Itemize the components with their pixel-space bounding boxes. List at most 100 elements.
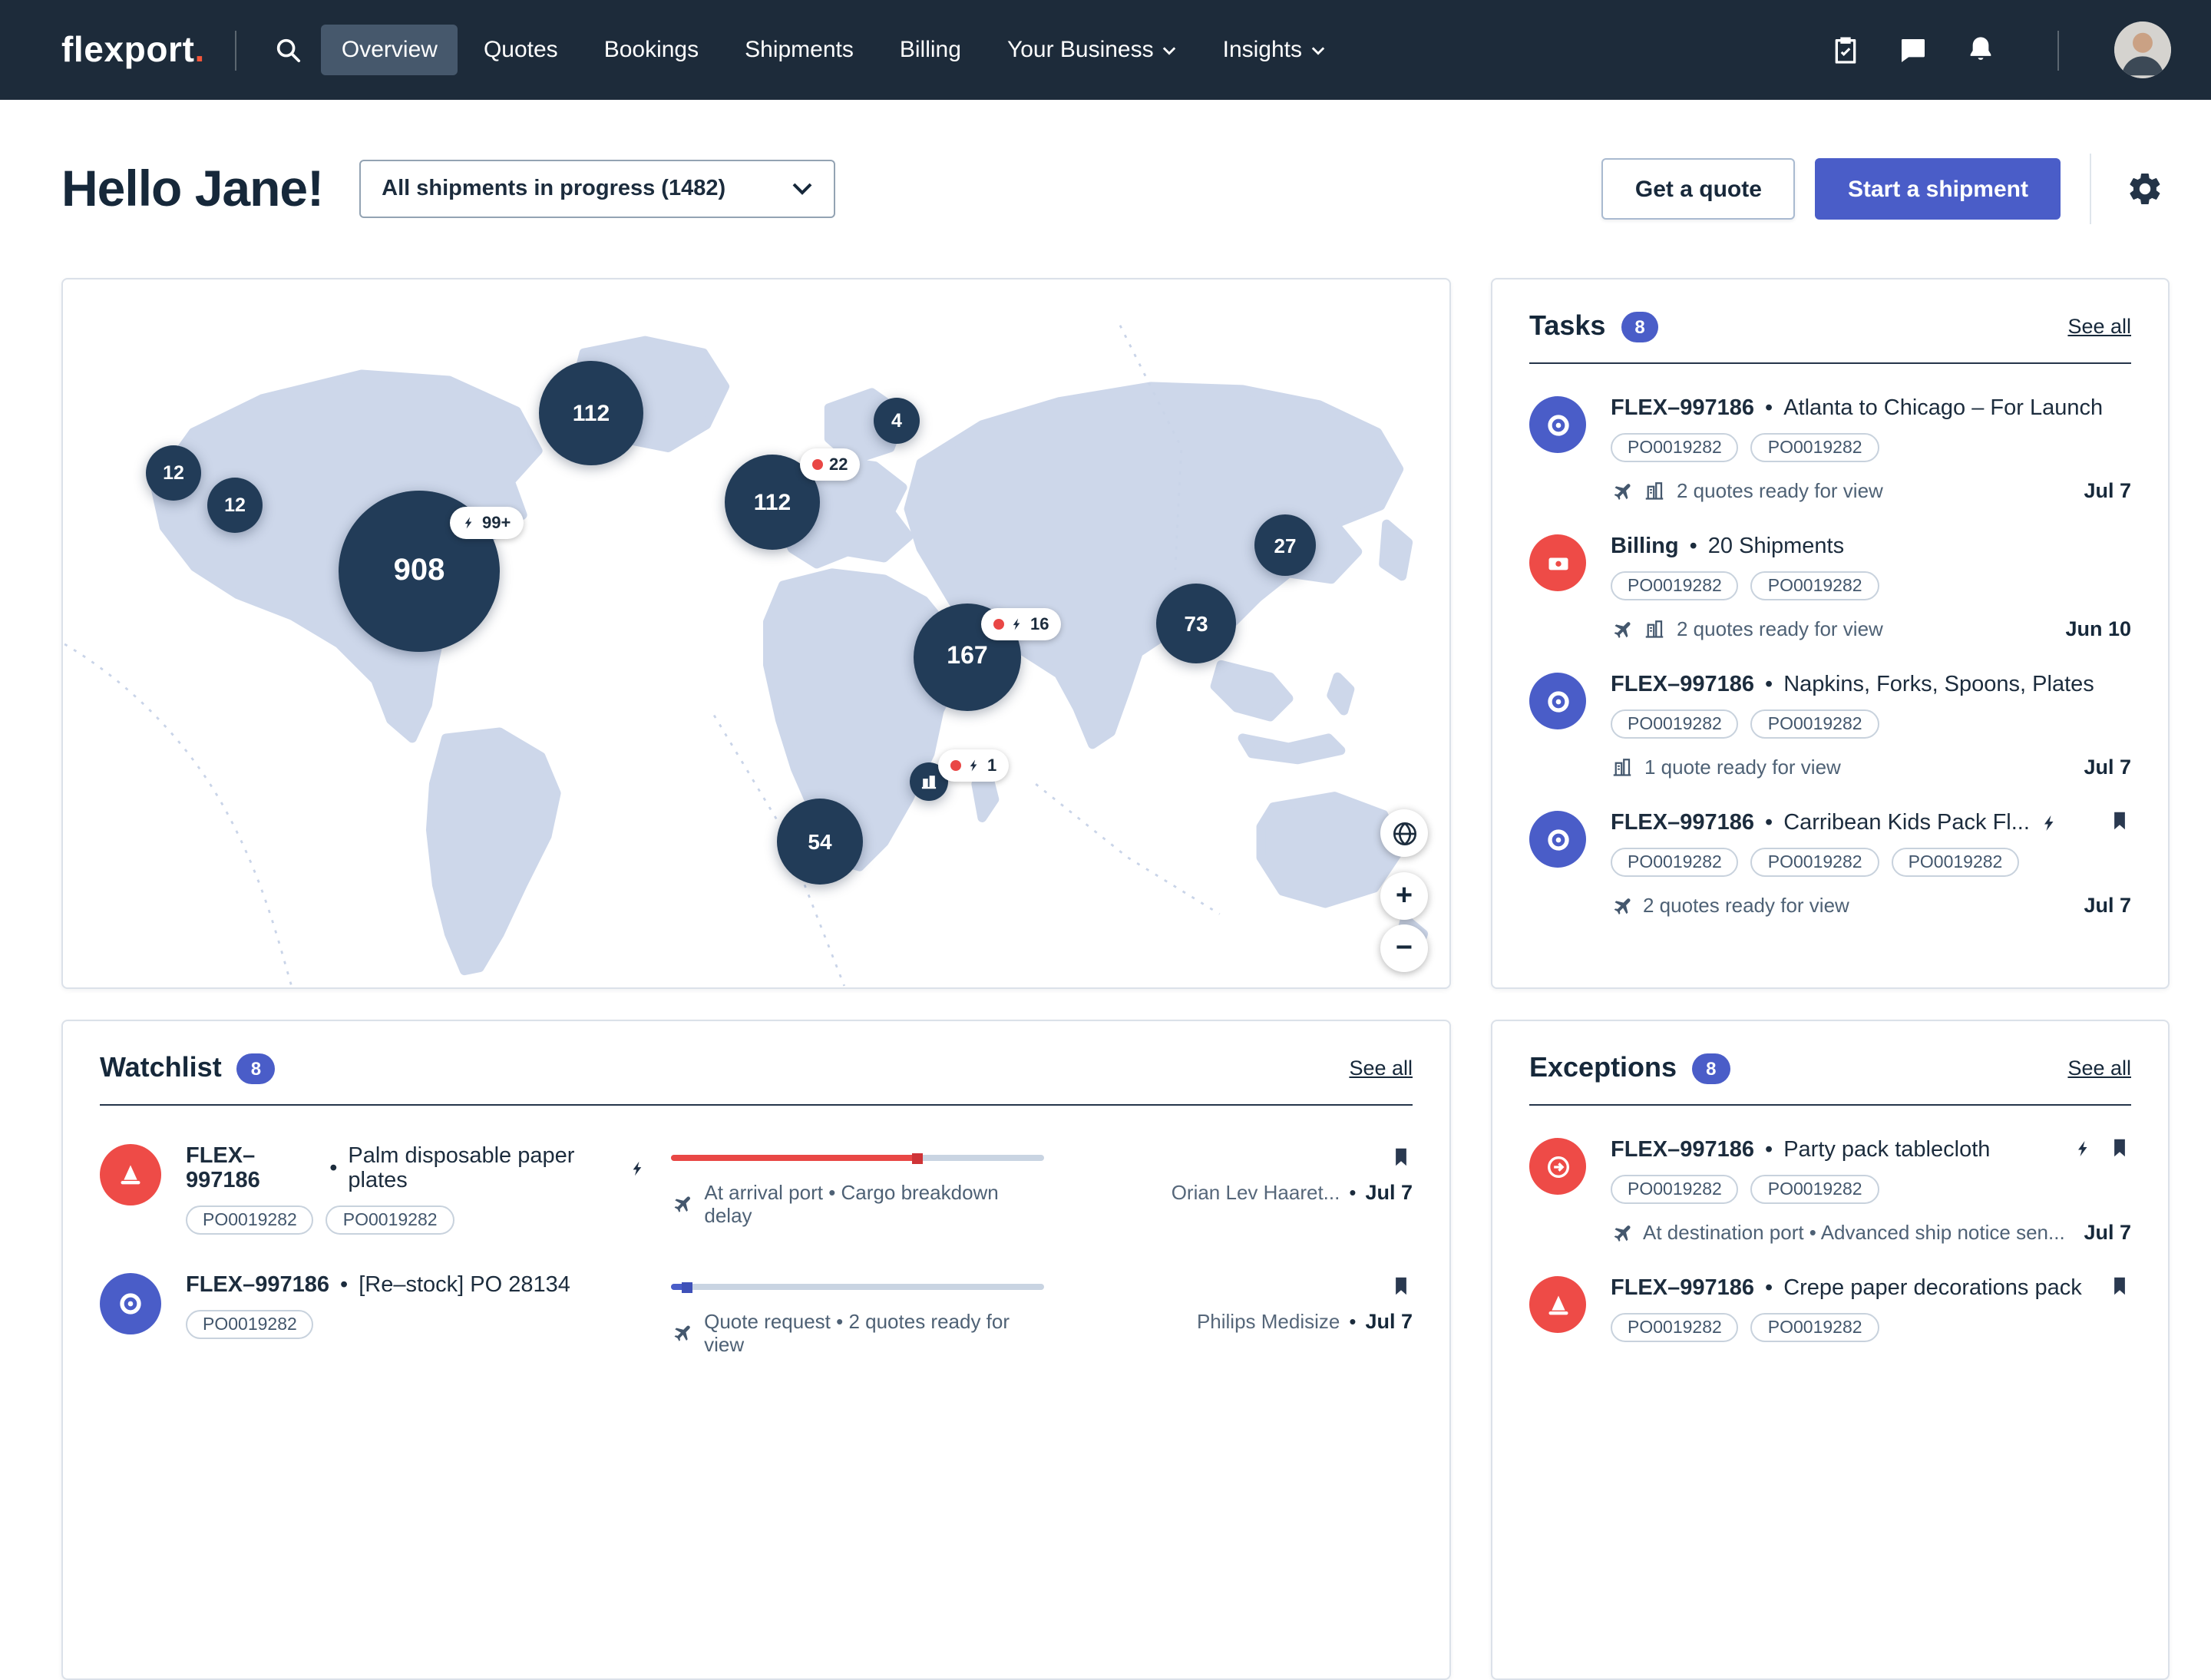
building-icon xyxy=(919,772,939,792)
nav-your-business[interactable]: Your Business xyxy=(987,25,1197,75)
po-tag[interactable]: PO0019282 xyxy=(1611,1175,1739,1204)
bookmark-icon[interactable] xyxy=(1390,1273,1413,1299)
exception-status: At destination port • Advanced ship noti… xyxy=(1643,1221,2065,1244)
watchlist-header: Watchlist 8 See all xyxy=(100,1052,1413,1106)
user-avatar[interactable] xyxy=(2114,21,2171,78)
bookmark-icon[interactable] xyxy=(2108,1273,2131,1299)
notifications-bell-icon[interactable] xyxy=(1959,28,2002,72)
bookmark-icon[interactable] xyxy=(2108,1135,2131,1161)
map-cluster-bubble[interactable]: 12 xyxy=(207,478,263,533)
po-tag[interactable]: PO0019282 xyxy=(186,1310,314,1339)
po-tag[interactable]: PO0019282 xyxy=(1751,1313,1879,1342)
map-zoom-in-button[interactable]: + xyxy=(1380,872,1428,920)
po-tag[interactable]: PO0019282 xyxy=(326,1205,454,1235)
plane-icon xyxy=(1611,480,1632,501)
exception-item[interactable]: FLEX–997186•Party pack tablecloth PO0019… xyxy=(1529,1106,2131,1244)
watchlist-see-all-link[interactable]: See all xyxy=(1349,1057,1413,1080)
po-tag[interactable]: PO0019282 xyxy=(1751,571,1879,600)
task-meta: 2 quotes ready for view xyxy=(1643,894,1849,917)
shipment-progress-bar xyxy=(671,1284,1044,1290)
progress-marker xyxy=(913,1153,924,1163)
lightning-icon xyxy=(2074,1137,2093,1159)
tasks-clipboard-icon[interactable] xyxy=(1824,28,1867,71)
task-item[interactable]: Billing•20 Shipments PO0019282 PO0019282… xyxy=(1529,502,2131,640)
task-item[interactable]: FLEX–997186•Carribean Kids Pack Fl... PO… xyxy=(1529,779,2131,917)
map-cluster-bubble[interactable]: 73 xyxy=(1156,584,1236,663)
search-icon[interactable] xyxy=(268,29,309,71)
po-tag[interactable]: PO0019282 xyxy=(1611,571,1739,600)
nav-divider xyxy=(236,30,237,70)
cluster-badge[interactable]: 16 xyxy=(981,608,1062,640)
exceptions-title: Exceptions xyxy=(1529,1052,1677,1084)
bookmark-icon[interactable] xyxy=(2108,808,2131,834)
nav-billing[interactable]: Billing xyxy=(880,25,981,75)
map-globe-button[interactable] xyxy=(1380,809,1428,857)
get-quote-button[interactable]: Get a quote xyxy=(1601,158,1796,220)
exception-title: Crepe paper decorations pack xyxy=(1783,1276,2082,1301)
shipment-ref: FLEX–997186 xyxy=(1611,1276,1754,1301)
cluster-badge[interactable]: 22 xyxy=(800,448,861,481)
plane-icon xyxy=(1611,618,1632,640)
settings-gear-icon[interactable] xyxy=(2120,164,2170,213)
nav-bookings[interactable]: Bookings xyxy=(584,25,719,75)
exceptions-see-all-link[interactable]: See all xyxy=(2067,1057,2131,1080)
shipments-filter-dropdown[interactable]: All shipments in progress (1482) xyxy=(359,160,834,218)
plane-icon xyxy=(671,1322,692,1344)
watchlist-item[interactable]: FLEX–997186•Palm disposable paper plates… xyxy=(100,1106,1413,1235)
exception-item[interactable]: FLEX–997186•Crepe paper decorations pack… xyxy=(1529,1244,2131,1342)
messages-icon[interactable] xyxy=(1892,28,1935,71)
po-tag[interactable]: PO0019282 xyxy=(1611,1313,1739,1342)
main-content: 112 4 112 12 12 908 27 73 167 54 99+ 22 xyxy=(0,278,2211,1680)
arrow-circle-icon xyxy=(1529,1138,1586,1195)
tasks-header: Tasks 8 See all xyxy=(1529,310,2131,364)
cluster-badge[interactable]: 1 xyxy=(938,749,1009,782)
map-cluster-bubble[interactable]: 112 xyxy=(539,361,643,465)
watchlist-status: At arrival port • Cargo breakdown delay xyxy=(704,1181,1044,1227)
shipments-map[interactable]: 112 4 112 12 12 908 27 73 167 54 99+ 22 xyxy=(61,278,1451,989)
po-tag[interactable]: PO0019282 xyxy=(1611,709,1739,739)
task-date: Jul 7 xyxy=(2084,479,2131,502)
start-shipment-button[interactable]: Start a shipment xyxy=(1816,158,2061,220)
nav-shipments[interactable]: Shipments xyxy=(725,25,874,75)
po-tag[interactable]: PO0019282 xyxy=(1611,433,1739,462)
chevron-down-icon xyxy=(792,183,811,195)
map-cluster-bubble[interactable]: 27 xyxy=(1254,514,1316,576)
po-tag[interactable]: PO0019282 xyxy=(1892,848,2020,877)
map-cluster-bubble[interactable]: 12 xyxy=(146,445,201,501)
badge-count: 99+ xyxy=(482,514,511,532)
map-cluster-bubble[interactable]: 54 xyxy=(777,799,863,885)
nav-quotes[interactable]: Quotes xyxy=(464,25,578,75)
po-tag[interactable]: PO0019282 xyxy=(1751,709,1879,739)
shipment-ref: FLEX–997186 xyxy=(1611,396,1754,421)
lightning-icon xyxy=(462,514,476,531)
map-zoom-out-button[interactable]: − xyxy=(1380,924,1428,972)
globe-icon xyxy=(1389,818,1419,848)
shipment-ref: FLEX–997186 xyxy=(186,1144,319,1193)
po-tag[interactable]: PO0019282 xyxy=(186,1205,314,1235)
bookmark-icon[interactable] xyxy=(1390,1144,1413,1170)
badge-count: 22 xyxy=(829,455,848,474)
po-tag[interactable]: PO0019282 xyxy=(1751,1175,1879,1204)
alert-cone-icon xyxy=(1529,1276,1586,1333)
po-tag[interactable]: PO0019282 xyxy=(1751,433,1879,462)
watchlist-item[interactable]: FLEX–997186•[Re–stock] PO 28134 PO001928… xyxy=(100,1235,1413,1356)
tasks-count-badge: 8 xyxy=(1621,311,1658,342)
shipment-ref: FLEX–997186 xyxy=(1611,673,1754,697)
shipment-target-icon xyxy=(1529,811,1586,868)
nav-overview[interactable]: Overview xyxy=(322,25,458,75)
po-tag[interactable]: PO0019282 xyxy=(1611,848,1739,877)
map-cluster-bubble[interactable]: 4 xyxy=(874,398,920,444)
lightning-icon xyxy=(630,1158,646,1179)
watchlist-date: Jul 7 xyxy=(1365,1181,1413,1204)
shipment-ref: FLEX–997186 xyxy=(186,1273,329,1298)
nav-insights[interactable]: Insights xyxy=(1203,25,1345,75)
chevron-down-icon xyxy=(1311,45,1325,55)
po-tag[interactable]: PO0019282 xyxy=(1751,848,1879,877)
task-item[interactable]: FLEX–997186•Atlanta to Chicago – For Lau… xyxy=(1529,364,2131,502)
task-item[interactable]: FLEX–997186•Napkins, Forks, Spoons, Plat… xyxy=(1529,640,2131,779)
tasks-see-all-link[interactable]: See all xyxy=(2067,315,2131,338)
flexport-logo[interactable]: flexport. xyxy=(61,29,205,71)
nav-insights-label: Insights xyxy=(1223,37,1302,63)
cluster-badge[interactable]: 99+ xyxy=(450,507,523,539)
task-title: Atlanta to Chicago – For Launch xyxy=(1783,396,2103,421)
